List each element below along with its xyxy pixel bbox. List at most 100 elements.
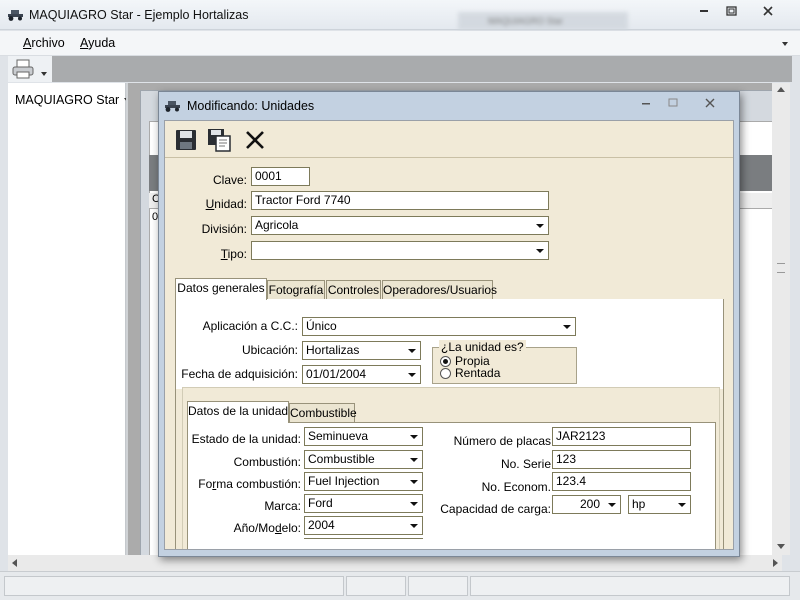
scroll-thumb[interactable] xyxy=(777,263,785,273)
dialog-title: Modificando: Unidades xyxy=(187,99,315,113)
tab-datos-unidad[interactable]: Datos de la unidad xyxy=(187,401,289,423)
placas-label: Número de placas xyxy=(453,434,551,448)
tab-operadores-usuarios[interactable]: Operadores/Usuarios xyxy=(382,280,497,301)
scroll-down-icon[interactable] xyxy=(777,544,785,549)
radio-dot[interactable] xyxy=(440,368,451,379)
next-row-edge xyxy=(304,538,423,540)
toolbar-separator xyxy=(165,157,733,158)
tab-controles[interactable]: Controles xyxy=(326,280,381,301)
unidad-label: Unidad: xyxy=(205,197,247,211)
chevron-down-icon[interactable] xyxy=(404,366,420,383)
tipo-select[interactable] xyxy=(251,241,549,260)
fecha-label: Fecha de adquisición: xyxy=(181,367,298,381)
restore-icon xyxy=(725,6,737,16)
save-as-icon[interactable] xyxy=(207,128,231,152)
dialog-body: Clave: 0001 Unidad: Tractor Ford 7740 Di… xyxy=(164,120,734,550)
fecha-value: 01/01/2004 xyxy=(306,367,367,381)
anio-label: Año/Modelo: xyxy=(233,521,301,535)
clave-field[interactable]: 0001 xyxy=(251,167,310,186)
menu-ayuda[interactable]: Ayuda xyxy=(80,36,115,50)
fecha-select[interactable]: 01/01/2004 xyxy=(302,365,421,384)
chevron-down-icon[interactable] xyxy=(532,217,548,234)
unidad-field[interactable]: Tractor Ford 7740 xyxy=(251,191,549,210)
minimize-button[interactable] xyxy=(691,3,717,19)
minimize-icon xyxy=(700,10,708,12)
cancel-icon[interactable] xyxy=(243,128,267,152)
minimize-icon xyxy=(642,103,650,105)
status-panel xyxy=(4,576,344,596)
scroll-right-icon[interactable] xyxy=(773,559,778,567)
tab-combustible[interactable]: Combustible xyxy=(289,403,357,424)
dialog-titlebar[interactable]: Modificando: Unidades xyxy=(159,92,739,119)
estado-label: Estado de la unidad: xyxy=(191,432,301,446)
scroll-left-icon[interactable] xyxy=(12,559,17,567)
maximize-icon xyxy=(668,98,678,107)
division-select[interactable]: Agricola xyxy=(251,216,549,235)
tractor-icon xyxy=(8,10,23,21)
status-panel xyxy=(346,576,406,596)
forma-value: Fuel Injection xyxy=(308,474,380,488)
capacidad-label: Capacidad de carga: xyxy=(440,502,551,516)
radio-rentada-label: Rentada xyxy=(455,366,501,380)
unidad-es-title: ¿La unidad es? xyxy=(439,340,526,354)
combustion-value: Combustible xyxy=(308,452,375,466)
menubar: Archivo Ayuda xyxy=(0,31,800,56)
ubicacion-label: Ubicación: xyxy=(241,343,298,357)
save-icon[interactable] xyxy=(174,128,198,152)
tractor-icon xyxy=(165,101,180,112)
tipo-label: Tipo: xyxy=(220,247,247,261)
sidebar: MAQUIAGRO Star xyxy=(8,83,126,571)
statusbar xyxy=(0,571,800,600)
chevron-down-icon[interactable] xyxy=(604,496,620,513)
maximize-button[interactable] xyxy=(718,3,744,19)
app-title: MAQUIAGRO Star - Ejemplo Hortalizas xyxy=(29,8,249,22)
printer-icon[interactable] xyxy=(11,59,35,79)
chevron-down-icon[interactable] xyxy=(674,496,690,513)
capacidad-unit-value: hp xyxy=(632,497,646,511)
sidebar-item-maquiagro[interactable]: MAQUIAGRO Star xyxy=(15,93,130,107)
capacidad-select[interactable]: 200 xyxy=(552,495,621,514)
dialog-close-button[interactable] xyxy=(698,95,722,110)
aplicacion-value: Único xyxy=(306,319,337,333)
menu-archivo-label: rchivo xyxy=(31,36,65,50)
radio-rentada[interactable]: Rentada xyxy=(440,366,500,380)
division-label: División: xyxy=(201,222,247,236)
chevron-down-icon[interactable] xyxy=(782,42,788,46)
serie-field[interactable]: 123 xyxy=(552,450,691,469)
forma-label: Forma combustión: xyxy=(198,477,301,491)
econom-field[interactable]: 123.4 xyxy=(552,472,691,491)
division-value: Agricola xyxy=(255,218,299,232)
capacidad-unit-select[interactable]: hp xyxy=(628,495,691,514)
menu-ayuda-label: yuda xyxy=(88,36,116,50)
menu-archivo[interactable]: Archivo xyxy=(23,36,65,50)
placas-field[interactable]: JAR2123 xyxy=(552,427,691,446)
estado-value: Seminueva xyxy=(308,429,369,443)
close-button[interactable] xyxy=(755,3,781,19)
printer-dropdown-icon[interactable] xyxy=(41,72,47,76)
serie-label: No. Serie xyxy=(500,457,551,471)
ghost-window-title: MAQUIAGRO Star xyxy=(458,12,628,30)
aplicacion-label: Aplicación a C.C.: xyxy=(202,319,298,333)
app-titlebar: MAQUIAGRO Star - Ejemplo Hortalizas MAQU… xyxy=(0,0,800,30)
dialog-minimize-button[interactable] xyxy=(634,95,658,110)
marca-label: Marca: xyxy=(264,499,301,513)
ubicacion-select[interactable]: Hortalizas xyxy=(302,341,421,360)
horizontal-scrollbar[interactable] xyxy=(8,555,782,571)
chevron-down-icon[interactable] xyxy=(404,342,420,359)
dialog-maximize-button[interactable] xyxy=(661,95,685,110)
anio-select[interactable]: 2004 xyxy=(304,516,423,535)
chevron-down-icon[interactable] xyxy=(559,318,575,335)
clave-label: Clave: xyxy=(212,173,247,187)
vertical-scrollbar[interactable] xyxy=(772,83,790,555)
close-icon xyxy=(763,6,773,16)
combustion-label: Combustión: xyxy=(233,455,301,469)
aplicacion-select[interactable]: Único xyxy=(302,317,576,336)
tab-datos-generales[interactable]: Datos generales xyxy=(175,278,267,300)
toolbar-band xyxy=(52,56,792,82)
chevron-down-icon[interactable] xyxy=(532,242,548,259)
scroll-up-icon[interactable] xyxy=(777,87,785,92)
status-panel xyxy=(408,576,468,596)
tab-fotografia[interactable]: Fotografía xyxy=(267,280,325,301)
chevron-down-icon[interactable] xyxy=(406,517,422,534)
status-panel xyxy=(470,576,790,596)
